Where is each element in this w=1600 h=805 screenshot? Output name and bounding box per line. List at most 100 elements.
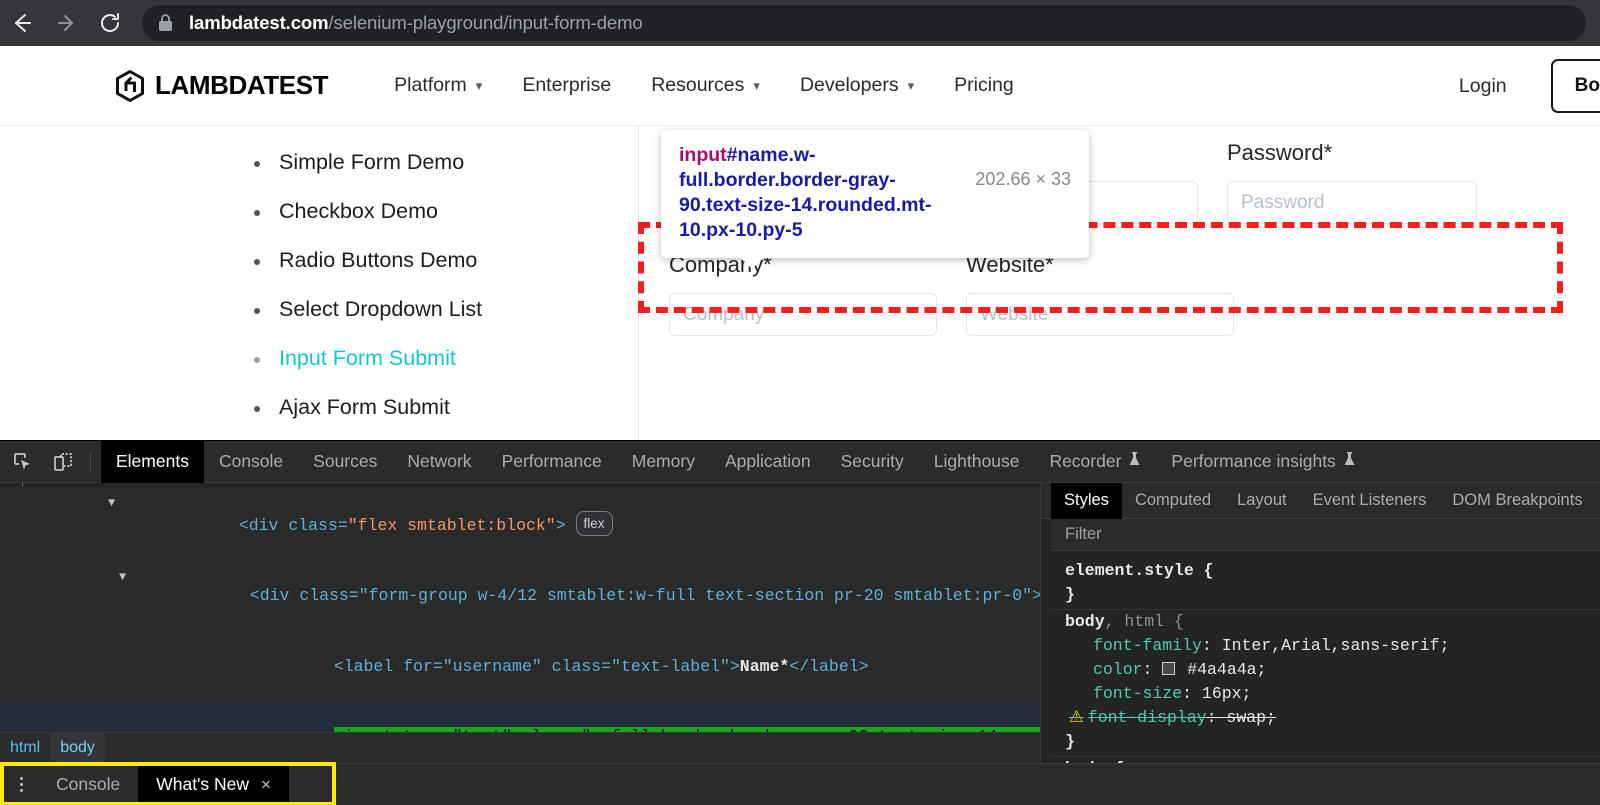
list-item-simple-form-demo[interactable]: Simple Form Demo (248, 150, 638, 175)
tab-application[interactable]: Application (710, 441, 826, 483)
login-link[interactable]: Login (1459, 75, 1507, 98)
tab-console[interactable]: Console (204, 441, 298, 483)
list-item-input-form-submit[interactable]: Input Form Submit (248, 346, 638, 371)
tab-dom-breakpoints[interactable]: DOM Breakpoints (1439, 483, 1595, 519)
list-item-ajax-form-submit[interactable]: Ajax Form Submit (248, 395, 638, 420)
breadcrumb-item-body[interactable]: body (50, 733, 105, 763)
css-value: swap; (1217, 708, 1276, 727)
toolbar-divider (90, 452, 91, 472)
more-options-icon[interactable] (4, 777, 38, 792)
tooltip-arrow (741, 258, 763, 269)
site-logo[interactable]: LAMBDATEST (115, 70, 328, 102)
tab-label: Recorder (1049, 451, 1121, 472)
color-swatch-icon[interactable] (1162, 662, 1175, 675)
list-item-checkbox-demo[interactable]: Checkbox Demo (248, 199, 638, 224)
book-demo-button[interactable]: Book a (1551, 59, 1600, 113)
css-property: font-family (1093, 636, 1202, 655)
tab-lighthouse[interactable]: Lighthouse (919, 441, 1035, 483)
close-icon[interactable]: × (261, 775, 271, 795)
website-input[interactable]: Website (966, 293, 1234, 336)
tab-network[interactable]: Network (392, 441, 486, 483)
styles-panel: Styles Computed Layout Event Listeners D… (1040, 483, 1600, 805)
css-selector: body, html { (1065, 610, 1600, 634)
browser-toolbar: lambdatest.com/selenium-playground/input… (0, 0, 1600, 46)
css-declaration[interactable]: font-size: 16px; (1065, 682, 1600, 706)
dom-token: Name* (740, 657, 790, 676)
header-actions: Login Book a (1459, 46, 1600, 126)
expand-triangle-icon[interactable]: ▼ (119, 566, 126, 590)
css-declaration[interactable]: color: #4a4a4a; (1065, 658, 1600, 682)
css-rule-body-html[interactable]: body, html { font-family: Inter,Arial,sa… (1051, 610, 1600, 757)
styles-tab-bar: Styles Computed Layout Event Listeners D… (1041, 483, 1600, 519)
css-brace: } (1065, 583, 1600, 607)
drawer-tab-label: What's New (156, 774, 249, 795)
css-property: font-display (1088, 708, 1207, 727)
css-declaration-invalid[interactable]: ⚠font-display: swap; (1065, 706, 1600, 730)
css-value: 16px; (1192, 684, 1251, 703)
tab-event-listeners[interactable]: Event Listeners (1300, 483, 1440, 519)
back-button[interactable] (0, 1, 44, 45)
css-value: Inter,Arial,sans-serif; (1212, 636, 1450, 655)
nav-item-platform[interactable]: Platform ▾ (394, 74, 482, 97)
tab-security[interactable]: Security (826, 441, 919, 483)
list-item-select-dropdown-list[interactable]: Select Dropdown List (248, 297, 638, 322)
reload-button[interactable] (88, 1, 132, 45)
nav-label: Pricing (954, 74, 1014, 97)
styles-filter-input[interactable]: Filter (1051, 519, 1600, 551)
address-bar[interactable]: lambdatest.com/selenium-playground/input… (142, 5, 1586, 41)
reload-icon (97, 10, 123, 36)
nav-label: Resources (651, 74, 744, 97)
drawer-tab-console[interactable]: Console (38, 764, 138, 805)
chevron-down-icon: ▾ (476, 78, 483, 94)
css-brace: } (1065, 730, 1600, 754)
dom-line[interactable]: ▼<div class="flex smtablet:block"> flex (0, 487, 1040, 561)
tab-layout[interactable]: Layout (1224, 483, 1300, 519)
password-input[interactable]: Password (1227, 181, 1477, 224)
url-text: lambdatest.com/selenium-playground/input… (189, 12, 643, 34)
nav-item-resources[interactable]: Resources ▾ (651, 74, 760, 97)
dom-tree-panel: ▼<div class="flex smtablet:block"> flex … (0, 483, 1040, 805)
devtools-toolbar: Elements Console Sources Network Perform… (0, 441, 1600, 483)
nav-label: Developers (800, 74, 899, 97)
dom-token: "flex smtablet:block" (348, 516, 556, 535)
dom-line-selected[interactable]: <input type="text" class="w-full border … (0, 702, 1040, 733)
form-group-password: Password* Password (1227, 126, 1477, 238)
nav-item-pricing[interactable]: Pricing (954, 74, 1014, 97)
back-arrow-icon (9, 10, 35, 36)
tab-styles[interactable]: Styles (1051, 483, 1122, 519)
dom-line[interactable]: ▼ <div class="form-group w-4/12 smtablet:… (0, 561, 1040, 632)
tab-memory[interactable]: Memory (617, 441, 710, 483)
page-viewport: LAMBDATEST Platform ▾ Enterprise Resourc… (0, 46, 1600, 440)
logo-text: LAMBDATEST (155, 70, 328, 101)
tab-performance-insights[interactable]: Performance insights (1156, 441, 1370, 483)
tooltip-selector: input#name.w-full.border.border-gray-90.… (679, 143, 963, 243)
expand-triangle-icon[interactable]: ▼ (108, 492, 115, 516)
tab-elements[interactable]: Elements (101, 441, 204, 483)
css-selector-sub: , html { (1105, 612, 1184, 631)
flex-badge[interactable]: flex (576, 511, 613, 537)
nav-item-enterprise[interactable]: Enterprise (522, 74, 611, 97)
css-rule-element-style[interactable]: element.style { } (1051, 559, 1600, 610)
element-picker-icon[interactable] (6, 445, 40, 479)
breadcrumb-item-html[interactable]: html (0, 739, 50, 757)
dom-token: <label for="username" class="text-label"… (334, 657, 740, 676)
screen-root: lambdatest.com/selenium-playground/input… (0, 0, 1600, 805)
tab-performance[interactable]: Performance (487, 441, 617, 483)
drawer-tab-whats-new[interactable]: What's New × (138, 764, 289, 805)
url-path: /selenium-playground/input-form-demo (328, 12, 642, 33)
forward-button[interactable] (44, 1, 88, 45)
tab-recorder[interactable]: Recorder (1034, 441, 1156, 483)
dom-token: <div class="form-group w-4/12 smtablet:w… (250, 586, 1040, 605)
nav-item-developers[interactable]: Developers ▾ (800, 74, 914, 97)
tab-computed[interactable]: Computed (1122, 483, 1224, 519)
dom-tree[interactable]: ▼<div class="flex smtablet:block"> flex … (0, 483, 1040, 732)
dom-line[interactable]: <label for="username" class="text-label"… (0, 631, 1040, 702)
dom-breadcrumb: html body (0, 732, 1040, 762)
forward-arrow-icon (53, 10, 79, 36)
tab-sources[interactable]: Sources (298, 441, 392, 483)
css-declaration[interactable]: font-family: Inter,Arial,sans-serif; (1065, 634, 1600, 658)
device-toolbar-icon[interactable] (46, 445, 80, 479)
devtools-body: ▼<div class="flex smtablet:block"> flex … (0, 483, 1600, 805)
list-item-radio-buttons-demo[interactable]: Radio Buttons Demo (248, 248, 638, 273)
company-input[interactable]: Company (669, 293, 937, 336)
